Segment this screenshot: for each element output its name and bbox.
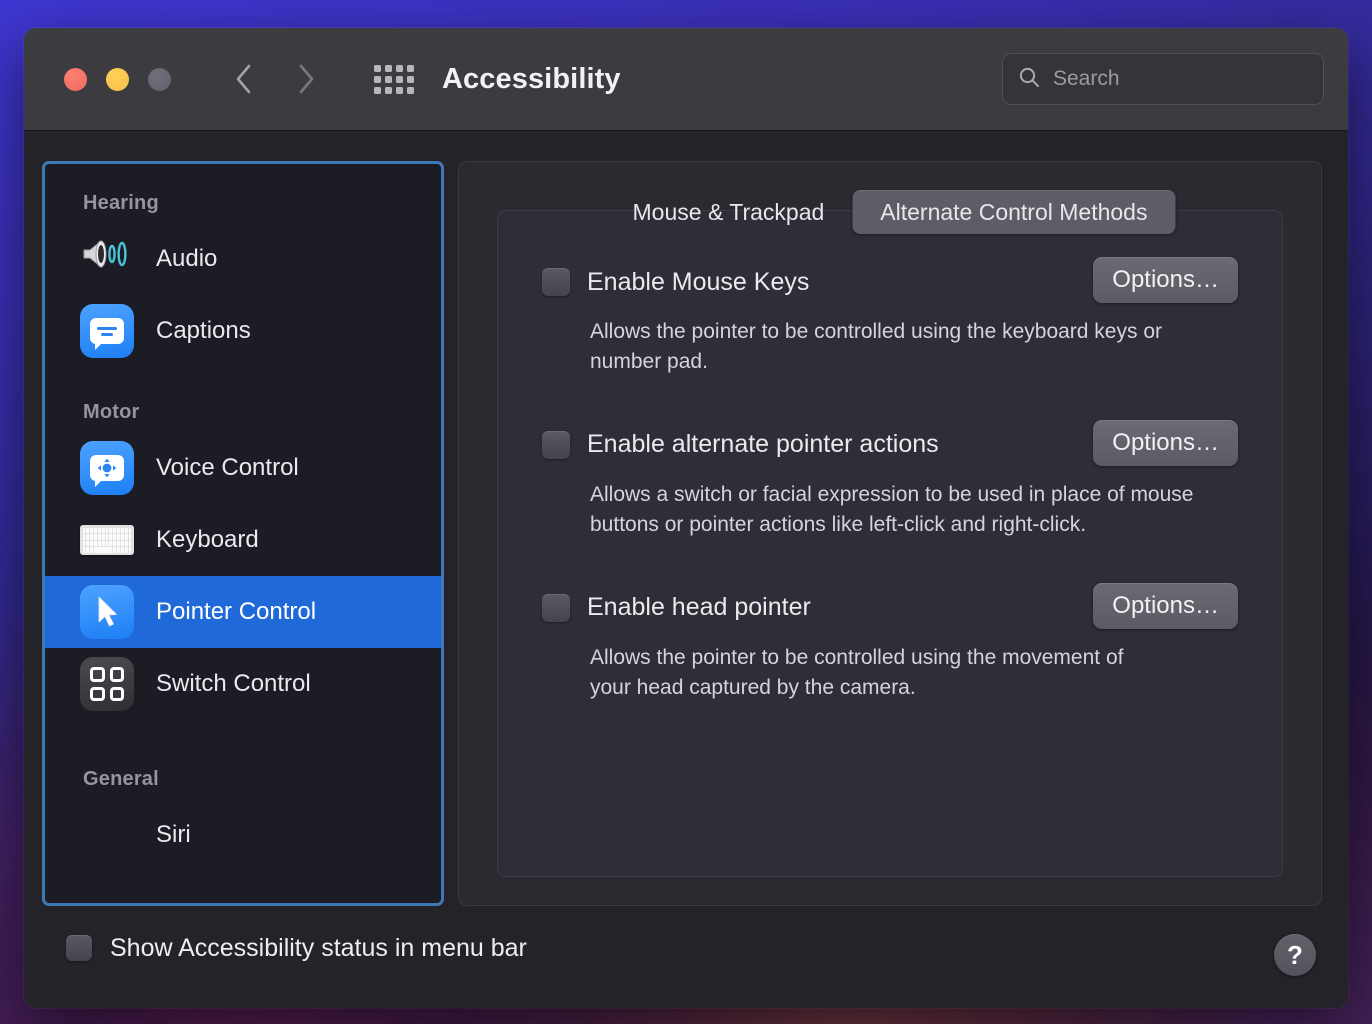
page-title: Accessibility — [442, 62, 621, 95]
option-header: Enable alternate pointer actions Options… — [542, 419, 1238, 468]
window-titlebar: Accessibility Search — [24, 28, 1348, 131]
sidebar-group-hearing: Hearing — [83, 192, 159, 214]
tab-bar: Mouse & Trackpad Alternate Control Metho… — [605, 190, 1176, 234]
window-footer: Show Accessibility status in menu bar ? — [24, 906, 1348, 1008]
captions-icon — [80, 304, 134, 358]
category-sidebar[interactable]: Hearing Audio Captions Motor Voice Contr… — [42, 161, 444, 906]
sidebar-item-label: Voice Control — [156, 454, 299, 481]
enable-head-pointer-checkbox[interactable] — [542, 593, 570, 622]
sidebar-item-pointer-control[interactable]: Pointer Control — [45, 576, 441, 648]
preferences-window: Accessibility Search Hearing Audio Capti… — [24, 28, 1348, 1008]
zoom-button[interactable] — [148, 67, 171, 91]
sidebar-item-voice-control[interactable]: Voice Control — [45, 432, 441, 504]
back-button[interactable] — [232, 62, 256, 96]
tab-mouse-trackpad[interactable]: Mouse & Trackpad — [605, 190, 853, 234]
search-icon — [1017, 65, 1041, 94]
sidebar-group-general: General — [83, 768, 159, 790]
forward-button[interactable] — [294, 62, 318, 96]
option-row-alternate-pointer-actions: Enable alternate pointer actions Options… — [542, 419, 1238, 541]
keyboard-icon — [80, 513, 134, 567]
pointer-icon — [80, 585, 134, 639]
sidebar-item-label: Pointer Control — [156, 598, 317, 625]
siri-icon — [80, 808, 134, 862]
sidebar-item-keyboard[interactable]: Keyboard — [45, 504, 441, 576]
head-pointer-options-button[interactable]: Options… — [1093, 582, 1238, 629]
sidebar-item-label: Siri — [156, 821, 191, 848]
settings-panel: Mouse & Trackpad Alternate Control Metho… — [458, 161, 1322, 906]
tab-alternate-control-methods[interactable]: Alternate Control Methods — [852, 190, 1176, 234]
voice-control-icon — [80, 441, 134, 495]
option-description: Allows a switch or facial expression to … — [590, 482, 1194, 537]
tab-panel-alternate-control-methods: Enable Mouse Keys Options… Allows the po… — [497, 210, 1283, 877]
navigation-buttons — [232, 62, 318, 96]
sidebar-item-label: Audio — [156, 245, 218, 272]
close-button[interactable] — [64, 67, 87, 91]
enable-alternate-pointer-actions-checkbox[interactable] — [542, 430, 570, 459]
option-header: Enable Mouse Keys Options… — [542, 257, 1238, 305]
show-all-grid-icon[interactable] — [374, 63, 414, 95]
show-accessibility-status-label: Show Accessibility status in menu bar — [110, 933, 527, 962]
search-input[interactable]: Search — [1002, 53, 1324, 105]
option-description: Allows the pointer to be controlled usin… — [590, 645, 1124, 700]
minimize-button[interactable] — [106, 67, 129, 91]
option-header: Enable head pointer Options… — [542, 582, 1238, 631]
help-button[interactable]: ? — [1274, 934, 1316, 976]
sidebar-item-label: Keyboard — [156, 526, 259, 553]
sidebar-item-switch-control[interactable]: Switch Control — [45, 648, 441, 720]
mouse-keys-options-button[interactable]: Options… — [1093, 257, 1238, 303]
alternate-pointer-actions-options-button[interactable]: Options… — [1093, 419, 1238, 466]
sidebar-item-label: Captions — [156, 317, 251, 344]
option-row-mouse-keys: Enable Mouse Keys Options… Allows the po… — [542, 257, 1238, 378]
traffic-lights — [64, 67, 171, 91]
option-label: Enable head pointer — [587, 593, 811, 622]
option-label: Enable alternate pointer actions — [587, 430, 939, 459]
switch-control-icon — [80, 657, 134, 711]
option-description: Allows the pointer to be controlled usin… — [590, 320, 1162, 374]
speaker-icon — [80, 232, 134, 286]
sidebar-item-captions[interactable]: Captions — [45, 295, 441, 367]
sidebar-group-motor: Motor — [83, 401, 140, 423]
sidebar-item-siri[interactable]: Siri — [45, 799, 441, 871]
sidebar-item-audio[interactable]: Audio — [45, 223, 441, 295]
window-content: Hearing Audio Captions Motor Voice Contr… — [24, 131, 1348, 906]
option-row-head-pointer: Enable head pointer Options… Allows the … — [542, 582, 1238, 704]
show-accessibility-status-checkbox[interactable] — [66, 935, 92, 961]
search-placeholder: Search — [1053, 67, 1120, 90]
sidebar-item-label: Switch Control — [156, 670, 311, 697]
option-label: Enable Mouse Keys — [587, 267, 810, 296]
enable-mouse-keys-checkbox[interactable] — [542, 268, 570, 296]
